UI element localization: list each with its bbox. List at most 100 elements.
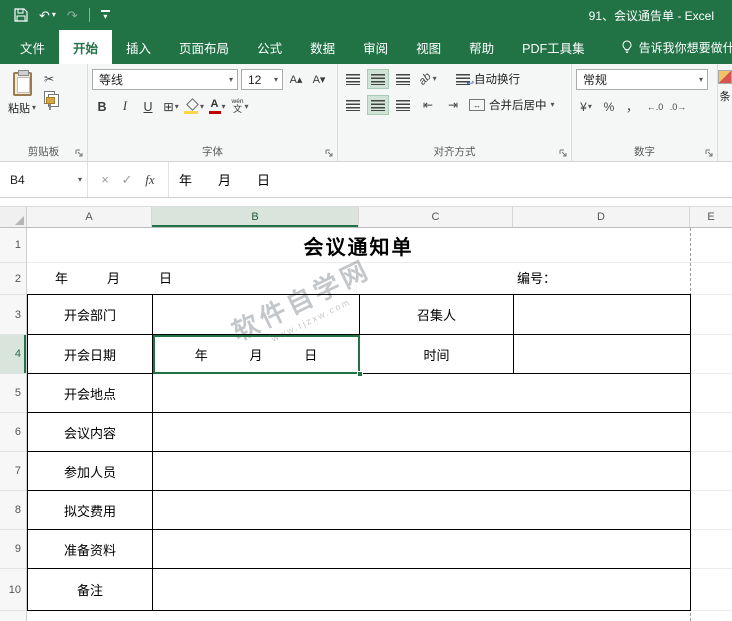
row-header-5[interactable]: 5 <box>0 374 26 413</box>
decrease-indent-button[interactable]: ⇤ <box>417 95 439 115</box>
cell-b6-merged[interactable] <box>153 413 691 452</box>
paste-button[interactable]: 粘贴 <box>8 69 36 116</box>
tab-help[interactable]: 帮助 <box>455 30 508 64</box>
cell-b7-merged[interactable] <box>153 452 691 491</box>
fill-color-button[interactable] <box>184 96 204 117</box>
cell-c4-time[interactable]: 时间 <box>360 335 514 374</box>
underline-button[interactable]: U <box>138 96 158 117</box>
row-header-9[interactable]: 9 <box>0 530 26 569</box>
cut-button[interactable]: ✂ <box>44 73 54 85</box>
sheet-title-cell[interactable]: 会议通知单 <box>27 228 690 263</box>
align-top-button[interactable] <box>342 69 364 89</box>
redo-button[interactable]: ↷ <box>67 9 78 22</box>
name-box[interactable]: B4 <box>0 162 88 197</box>
cell-d4[interactable] <box>514 335 691 374</box>
tab-page-layout[interactable]: 页面布局 <box>165 30 243 64</box>
clipboard-group: 粘贴 ✂ 剪贴板 <box>0 64 88 161</box>
row-header-7[interactable]: 7 <box>0 452 26 491</box>
increase-indent-button[interactable]: ⇥ <box>442 95 464 115</box>
cell-b8-merged[interactable] <box>153 491 691 530</box>
increase-font-button[interactable]: A▴ <box>286 69 306 90</box>
phonetic-guide-icon: wén 文 <box>231 97 244 115</box>
col-header-e[interactable]: E <box>690 207 732 227</box>
row-header-2[interactable]: 2 <box>0 263 26 295</box>
cell-a10-remarks[interactable]: 备注 <box>28 569 153 611</box>
align-bottom-button[interactable] <box>392 69 414 89</box>
percent-style-button[interactable]: % <box>599 96 619 117</box>
col-header-c[interactable]: C <box>359 207 513 227</box>
number-format-combobox[interactable]: 常规 <box>576 69 708 90</box>
number-label-cell[interactable]: 编号： <box>517 263 556 295</box>
alignment-dialog-launcher[interactable] <box>559 149 568 158</box>
cell-d3[interactable] <box>514 295 691 335</box>
clipboard-dialog-launcher[interactable] <box>75 149 84 158</box>
formula-input[interactable]: 年 月 日 <box>169 162 732 197</box>
cell-a3-meeting-dept[interactable]: 开会部门 <box>28 295 153 335</box>
enter-button[interactable]: ✓ <box>118 172 136 188</box>
decrease-decimal-button[interactable]: .0→ <box>668 96 688 117</box>
select-all-corner[interactable] <box>0 207 27 227</box>
conditional-formatting-button[interactable]: 条 <box>718 64 732 161</box>
insert-function-button[interactable]: fx <box>140 172 160 188</box>
save-button[interactable] <box>14 8 28 22</box>
comma-style-button[interactable]: ， <box>622 96 642 117</box>
cell-a4-meeting-date[interactable]: 开会日期 <box>28 335 153 374</box>
cell-b3[interactable] <box>153 295 360 335</box>
font-size-combobox[interactable]: 12 <box>241 69 283 90</box>
dialog-launcher-icon <box>325 149 333 157</box>
tab-insert[interactable]: 插入 <box>112 30 165 64</box>
cell-a8-fees[interactable]: 拟交费用 <box>28 491 153 530</box>
increase-decimal-button[interactable]: ←.0 <box>645 96 665 117</box>
cell-b10-merged[interactable] <box>153 569 691 611</box>
align-center-button[interactable] <box>367 95 389 115</box>
cell-b5-merged[interactable] <box>153 374 691 413</box>
col-header-b-selected[interactable]: B <box>152 207 359 227</box>
row-header-6[interactable]: 6 <box>0 413 26 452</box>
cell-b4-selected[interactable]: 年 月 日 <box>153 335 363 377</box>
tab-review[interactable]: 审阅 <box>349 30 402 64</box>
tab-home[interactable]: 开始 <box>59 30 113 64</box>
row-header-8[interactable]: 8 <box>0 491 26 530</box>
merge-center-label: 合并后居中 <box>489 100 547 112</box>
currency-icon: ¥ <box>580 99 587 114</box>
accounting-format-button[interactable]: ¥ <box>576 96 596 117</box>
row-header-3[interactable]: 3 <box>0 295 26 335</box>
font-dialog-launcher[interactable] <box>325 149 334 158</box>
col-header-d[interactable]: D <box>513 207 690 227</box>
cell-a5-meeting-place[interactable]: 开会地点 <box>28 374 153 413</box>
font-name-combobox[interactable]: 等线 <box>92 69 238 90</box>
undo-button[interactable]: ↶ ▾ <box>39 9 56 22</box>
font-color-button[interactable]: A <box>207 96 227 117</box>
align-right-button[interactable] <box>392 95 414 115</box>
row-header-10[interactable]: 10 <box>0 569 26 611</box>
italic-button[interactable]: I <box>115 96 135 117</box>
number-dialog-launcher[interactable] <box>705 149 714 158</box>
cell-c3-convener[interactable]: 召集人 <box>360 295 514 335</box>
phonetic-guide-button[interactable]: wén 文 <box>230 96 250 117</box>
customize-qat-button[interactable]: ▾ <box>100 9 110 21</box>
row-header-1[interactable]: 1 <box>0 228 26 263</box>
orientation-button[interactable]: ab <box>417 69 439 89</box>
date-line-cell[interactable]: 年 月 日 <box>55 263 172 295</box>
cell-b9-merged[interactable] <box>153 530 691 569</box>
bold-button[interactable]: B <box>92 96 112 117</box>
decrease-font-button[interactable]: A▾ <box>309 69 329 90</box>
tab-formulas[interactable]: 公式 <box>243 30 296 64</box>
cancel-button[interactable]: × <box>96 172 114 187</box>
tab-data[interactable]: 数据 <box>296 30 349 64</box>
borders-button[interactable]: ⊞ <box>161 96 181 117</box>
cell-a6-meeting-content[interactable]: 会议内容 <box>28 413 153 452</box>
cell-a9-materials[interactable]: 准备资料 <box>28 530 153 569</box>
tell-me-box[interactable]: 告诉我你想要做什么 <box>621 30 732 64</box>
fill-handle[interactable] <box>357 371 363 377</box>
wrap-text-button[interactable]: 自动换行 <box>456 71 520 89</box>
col-header-a[interactable]: A <box>27 207 152 227</box>
merge-center-button[interactable]: 合并后居中 <box>469 97 555 113</box>
cell-a7-participants[interactable]: 参加人员 <box>28 452 153 491</box>
tab-file[interactable]: 文件 <box>6 30 59 64</box>
row-header-4-selected[interactable]: 4 <box>0 335 26 374</box>
tab-pdf-tools[interactable]: PDF工具集 <box>508 30 599 64</box>
tab-view[interactable]: 视图 <box>402 30 455 64</box>
align-middle-button[interactable] <box>367 69 389 89</box>
align-left-button[interactable] <box>342 95 364 115</box>
